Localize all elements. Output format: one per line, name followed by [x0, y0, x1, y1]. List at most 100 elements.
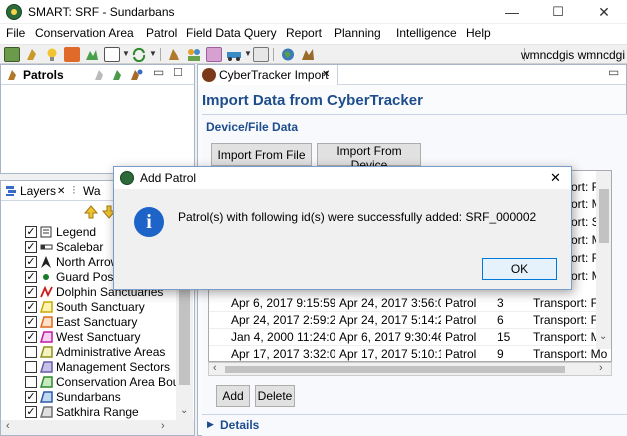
ok-button[interactable]: OK [482, 258, 557, 280]
table-row[interactable]: Jan 4, 2000 11:24:0... Apr 6, 2017 9:30:… [209, 329, 611, 346]
table-icon[interactable] [206, 47, 222, 62]
layer-label: Sundarbans [56, 390, 121, 404]
minimize-view-icon[interactable]: ▭ [153, 65, 164, 79]
layer-label: West Sanctuary [56, 330, 141, 344]
sync-icon[interactable] [131, 47, 147, 63]
maximize-view-icon[interactable]: ☐ [173, 66, 183, 79]
polygon-icon [39, 316, 53, 328]
details-section[interactable]: ▶ Details [202, 414, 627, 436]
menu-field-data[interactable]: Field Data [186, 26, 241, 40]
table-cell: Patrol [445, 296, 477, 310]
scrollbar-thumb[interactable] [225, 366, 565, 373]
table-cell: Transport: Mo [533, 347, 608, 361]
map-icon[interactable] [4, 47, 20, 62]
line-icon [40, 285, 53, 298]
intelligence-icon[interactable] [300, 47, 316, 62]
minimize-view-icon[interactable]: ▭ [608, 65, 619, 79]
vehicle-icon[interactable] [226, 47, 242, 62]
patrol-query-icon[interactable] [84, 47, 100, 62]
table-row[interactable]: Apr 6, 2017 9:15:59... Apr 24, 2017 3:56… [209, 295, 611, 312]
lightbulb-icon[interactable] [44, 47, 60, 62]
report-icon[interactable] [64, 47, 80, 62]
document-icon[interactable] [104, 47, 120, 62]
layer-checkbox[interactable]: ✓ [25, 226, 37, 238]
chevron-down-icon[interactable]: ▼ [149, 49, 157, 58]
menu-patrol[interactable]: Patrol [146, 26, 177, 40]
scrollbar-thumb[interactable] [599, 189, 609, 243]
layer-checkbox[interactable]: ✓ [25, 316, 37, 328]
dialog-close-button[interactable]: ✕ [550, 170, 561, 186]
chevron-down-icon[interactable]: ▼ [244, 49, 252, 58]
polygon-icon [39, 346, 53, 358]
tab-waypoints[interactable]: Wa [83, 184, 101, 198]
page-title: Import Data from CyberTracker [202, 92, 423, 109]
import-from-device-button[interactable]: Import From Device [317, 143, 421, 172]
layer-checkbox[interactable]: ✓ [25, 271, 37, 283]
table-row[interactable]: Apr 17, 2017 3:32:0... Apr 17, 2017 5:10… [209, 346, 611, 361]
maximize-button[interactable]: ☐ [535, 0, 581, 24]
chevron-down-icon[interactable]: ⌄ [180, 405, 188, 416]
menu-help[interactable]: Help [466, 26, 491, 40]
chevron-right-icon[interactable]: ▶ [207, 419, 214, 430]
chevron-down-icon[interactable]: ▼ [122, 49, 130, 58]
menu-query[interactable]: Query [244, 26, 277, 40]
layer-checkbox[interactable] [25, 346, 37, 358]
screen-icon[interactable] [253, 47, 269, 62]
layers-horizontal-scrollbar[interactable]: ‹ › [1, 420, 194, 435]
patrols-tab-title[interactable]: Patrols [23, 68, 64, 82]
layer-checkbox[interactable] [25, 361, 37, 373]
menu-report[interactable]: Report [286, 26, 322, 40]
editor-tab-bar: CyberTracker Import ✕ ▭ [198, 65, 626, 85]
delete-button[interactable]: Delete [255, 385, 295, 407]
table-cell: 3 [497, 296, 504, 310]
layer-checkbox[interactable]: ✓ [25, 286, 37, 298]
group-icon[interactable] [186, 47, 202, 62]
layer-label: Satkhira Range [56, 405, 139, 419]
layer-checkbox[interactable]: ✓ [25, 331, 37, 343]
minimize-button[interactable]: — [489, 0, 535, 24]
close-tab-icon[interactable]: ✕ [322, 69, 330, 80]
chevron-left-icon[interactable]: ‹ [6, 420, 10, 432]
chevron-left-icon[interactable]: ‹ [213, 362, 217, 374]
close-button[interactable]: ✕ [581, 0, 627, 24]
layer-checkbox[interactable]: ✓ [25, 241, 37, 253]
chevron-right-icon[interactable]: › [599, 362, 603, 374]
menu-intelligence[interactable]: Intelligence [396, 26, 457, 40]
patrols-panel: Patrols ▭ ☐ [0, 64, 195, 174]
table-cell: Patrol [445, 330, 477, 344]
add-button[interactable]: Add [216, 385, 250, 407]
globe-icon[interactable] [280, 47, 296, 62]
smart-app-icon [120, 171, 134, 185]
layer-checkbox[interactable]: ✓ [25, 301, 37, 313]
menu-conservation-area[interactable]: Conservation Area [35, 26, 134, 40]
filter-icon[interactable] [93, 68, 107, 82]
layer-checkbox[interactable]: ✓ [25, 391, 37, 403]
add-patrol-dialog: Add Patrol ✕ i Patrol(s) with following … [113, 166, 572, 290]
menu-file[interactable]: File [6, 26, 25, 40]
layer-checkbox[interactable] [25, 376, 37, 388]
layer-checkbox[interactable]: ✓ [25, 256, 37, 268]
chevron-right-icon[interactable]: › [161, 420, 165, 432]
patrols-panel-header: Patrols ▭ ☐ [1, 65, 194, 85]
table-cell: 15 [497, 330, 511, 344]
tab-cybertracker-import[interactable]: CyberTracker Import ✕ [198, 65, 338, 85]
legend-icon [40, 226, 53, 238]
move-up-icon[interactable] [83, 205, 99, 219]
toolbar-separator [273, 48, 274, 61]
table-row[interactable]: Apr 24, 2017 2:59:2... Apr 24, 2017 5:14… [209, 312, 611, 329]
close-layers-tab-icon[interactable]: ✕ [57, 186, 65, 197]
layer-checkbox[interactable]: ✓ [25, 406, 37, 418]
patrol-edit-icon[interactable] [166, 47, 182, 62]
tab-layers[interactable]: Layers [20, 184, 56, 198]
new-patrol-icon[interactable] [111, 68, 125, 82]
window-titlebar: SMART: SRF - Sundarbans — ☐ ✕ [0, 0, 627, 24]
patrol-icon[interactable] [24, 47, 40, 62]
menu-planning[interactable]: Planning [334, 26, 381, 40]
import-from-file-button[interactable]: Import From File [211, 143, 312, 166]
chevron-down-icon[interactable]: ⌄ [599, 331, 607, 342]
menu-bar: File Conservation Area Patrol Field Data… [0, 24, 627, 44]
patrol-settings-icon[interactable] [129, 68, 143, 82]
table-vertical-scrollbar[interactable]: ⌄ [596, 171, 611, 349]
table-cell: Apr 24, 2017 2:59:2... [231, 313, 335, 327]
table-horizontal-scrollbar[interactable]: ‹ › [208, 362, 612, 376]
